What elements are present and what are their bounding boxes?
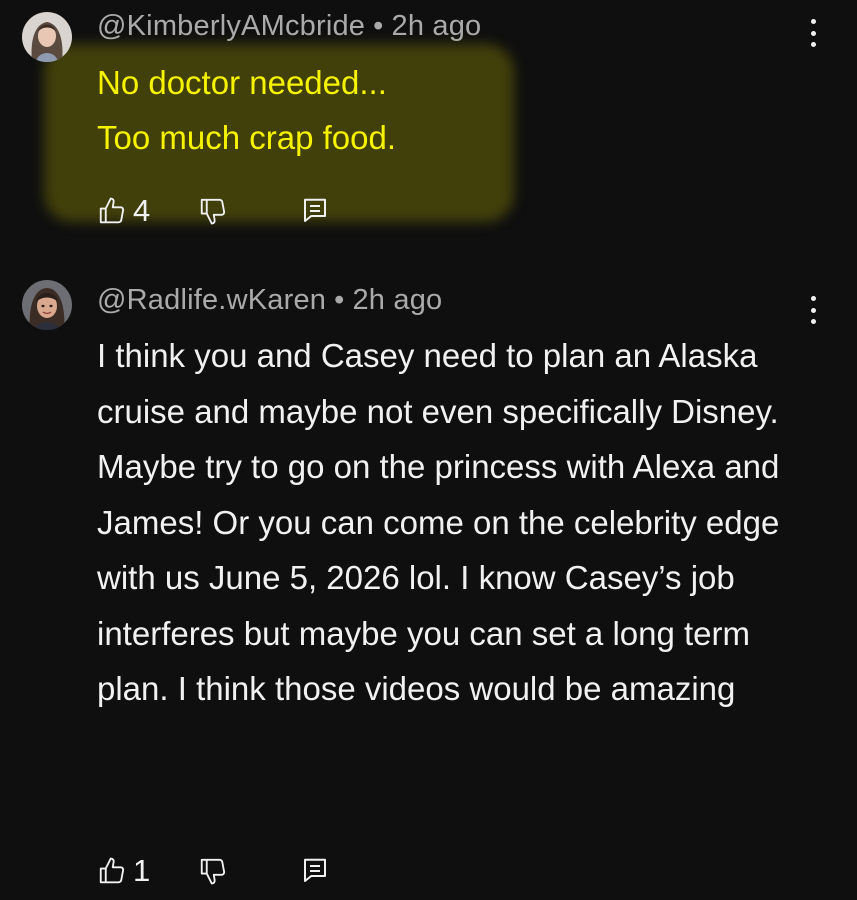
more-vert-icon-dot: [810, 319, 816, 324]
reply-button[interactable]: [300, 196, 330, 226]
author-name[interactable]: @KimberlyAMcbride: [97, 10, 365, 42]
like-button[interactable]: 4: [97, 193, 150, 229]
avatar[interactable]: [22, 12, 72, 62]
like-count: 1: [133, 853, 151, 888]
more-options-button[interactable]: [803, 15, 823, 51]
dislike-button[interactable]: [198, 856, 228, 886]
comment-meta: @Radlife.wKaren • 2h ago: [97, 284, 442, 317]
avatar-image: [22, 280, 72, 330]
comment-actions: 4: [97, 191, 330, 231]
timestamp[interactable]: 2h ago: [391, 10, 481, 42]
more-vert-icon-dot: [810, 296, 816, 301]
avatar-image: [22, 12, 72, 62]
more-vert-icon-dot: [810, 19, 816, 24]
author-name[interactable]: @Radlife.wKaren: [97, 284, 326, 316]
comment-meta: @KimberlyAMcbride • 2h ago: [97, 10, 481, 43]
more-options-button[interactable]: [803, 292, 823, 328]
comment-text: No doctor needed... Too much crap food.: [97, 64, 396, 156]
more-vert-icon-dot: [810, 307, 816, 313]
like-count: 4: [133, 193, 151, 228]
separator-dot: •: [334, 284, 345, 316]
reply-icon: [304, 858, 327, 882]
more-vert-icon-dot: [810, 30, 816, 36]
thumb-up-icon: [99, 857, 125, 884]
comment-text: I think you and Casey need to plan an Al…: [97, 337, 780, 707]
timestamp[interactable]: 2h ago: [352, 284, 442, 316]
separator-dot: •: [373, 10, 384, 42]
thumb-down-icon: [201, 858, 226, 885]
thumb-up-icon: [99, 197, 125, 224]
more-vert-icon-dot: [810, 42, 816, 47]
dislike-button[interactable]: [198, 196, 228, 226]
like-button[interactable]: 1: [97, 853, 150, 889]
comment-actions: 1: [97, 851, 330, 891]
avatar[interactable]: [22, 280, 72, 330]
reply-button[interactable]: [300, 856, 330, 886]
reply-icon: [304, 198, 327, 222]
thumb-down-icon: [201, 198, 226, 225]
